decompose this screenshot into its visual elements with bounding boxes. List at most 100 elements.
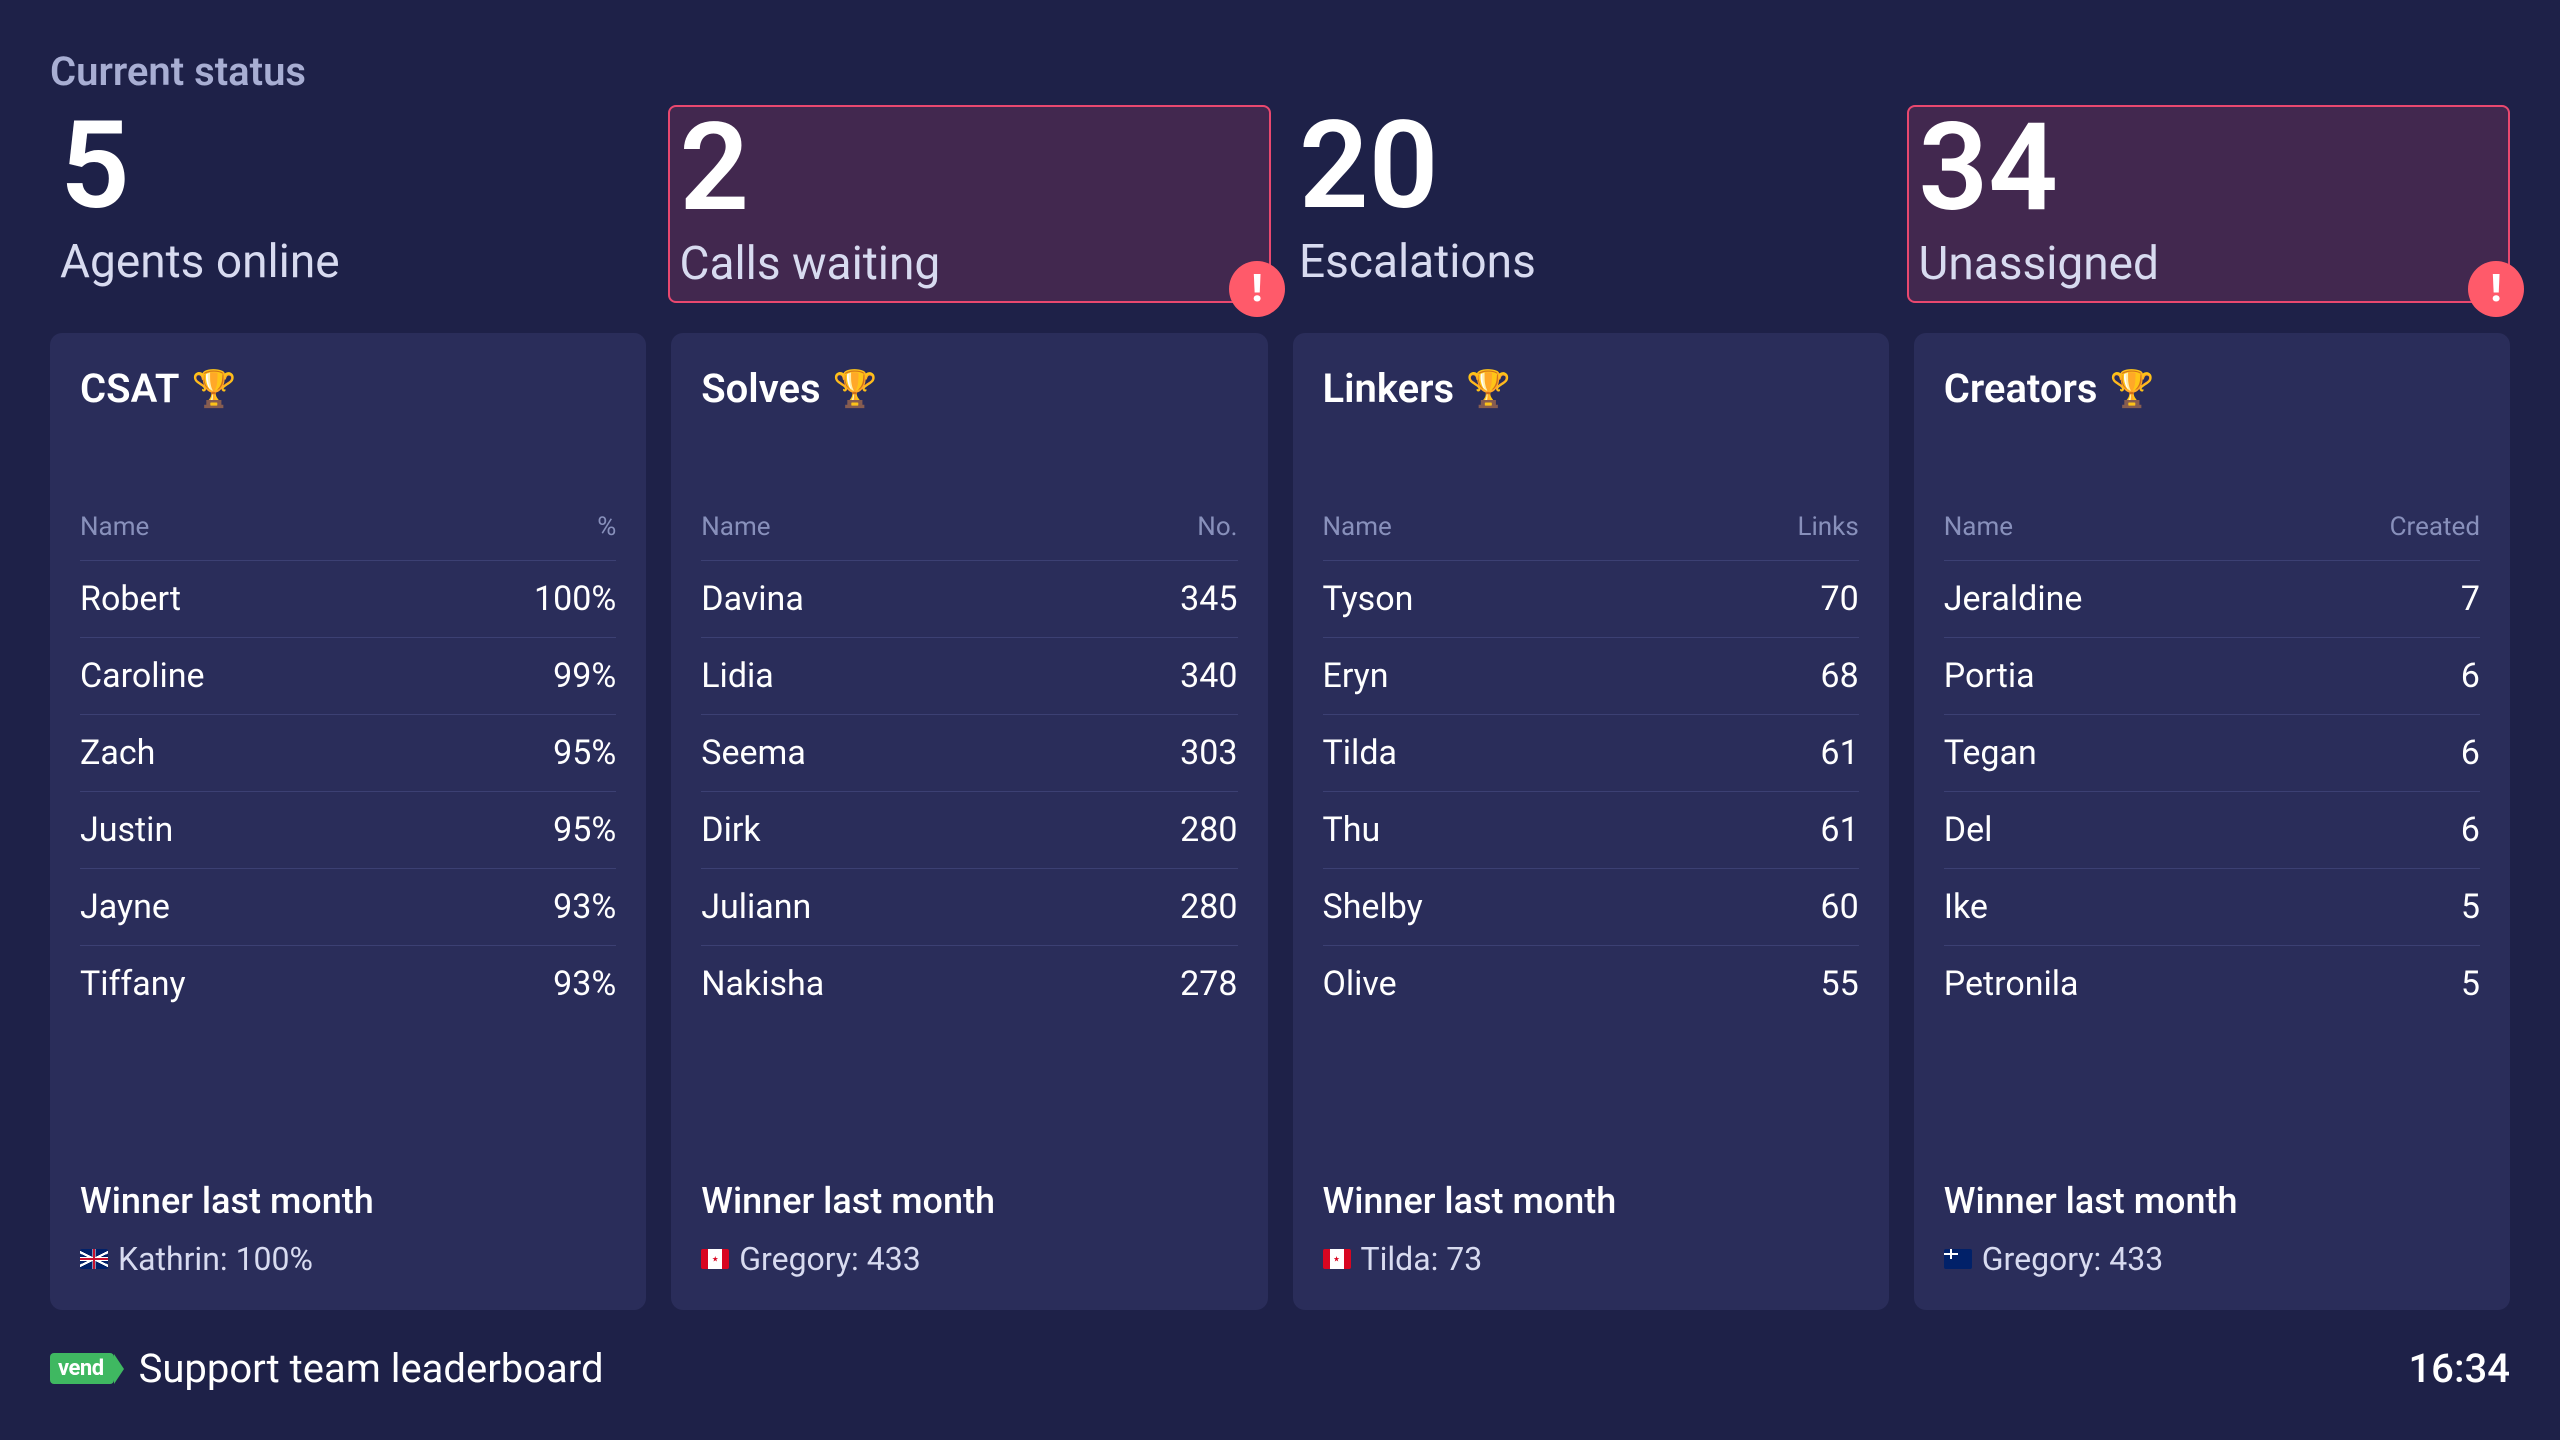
table-row: Dirk280 (701, 792, 1237, 869)
status-value: 2 (680, 107, 1260, 229)
row-name: Dirk (701, 810, 760, 850)
row-name: Shelby (1323, 887, 1423, 927)
col-name: Name (1944, 512, 2013, 542)
board-creators: Creators 🏆 Name Created Jeraldine7 Porti… (1914, 333, 2510, 1310)
winner-label: Winner last month (1323, 1180, 1859, 1222)
table-row: Tegan6 (1944, 715, 2480, 792)
row-value: 278 (1180, 964, 1237, 1004)
alert-icon: ! (2468, 261, 2524, 317)
row-value: 61 (1821, 733, 1859, 773)
table-row: Portia 6 (1944, 638, 2480, 715)
row-value: 95% (553, 810, 616, 850)
trophy-icon: 🏆 (191, 368, 236, 410)
board-title-text: Solves (701, 365, 820, 412)
table-row: Juliann280 (701, 869, 1237, 946)
status-label: Agents online (60, 235, 640, 289)
row-value: 60 (1821, 887, 1859, 927)
alert-icon: ! (1229, 261, 1285, 317)
table-row: Tiffany93% (80, 946, 616, 1022)
row-value: 93% (553, 887, 616, 927)
table-row: Caroline 99% (80, 638, 616, 715)
status-card-unassigned: 34 Unassigned ! (1907, 105, 2511, 303)
winner-text: Kathrin: 100% (118, 1240, 313, 1278)
footer-title: Support team leaderboard (139, 1345, 604, 1392)
winner-value: Kathrin: 100% (80, 1240, 616, 1278)
row-value: 95% (553, 733, 616, 773)
flag-icon (80, 1249, 108, 1269)
table-row: Shelby 60 (1323, 869, 1859, 946)
table-row: Seema303 (701, 715, 1237, 792)
row-name: Zach (80, 733, 155, 773)
row-value: 7 (2461, 579, 2480, 619)
footer-time: 16:34 (2409, 1345, 2510, 1392)
table-row: Eryn68 (1323, 638, 1859, 715)
col-value: Links (1797, 512, 1858, 542)
trophy-icon: 🏆 (833, 368, 878, 410)
row-name: Olive (1323, 964, 1397, 1004)
table-row: Lidia340 (701, 638, 1237, 715)
trophy-icon: 🏆 (1466, 368, 1511, 410)
status-card-calls-waiting: 2 Calls waiting ! (668, 105, 1272, 303)
row-value: 5 (2461, 964, 2480, 1004)
col-value: % (597, 512, 616, 542)
board-solves: Solves 🏆 Name No. Davina 345 Lidia340 See… (671, 333, 1267, 1310)
row-value: 6 (2461, 656, 2480, 696)
winner-text: Gregory: 433 (1982, 1240, 2163, 1278)
row-name: Jayne (80, 887, 170, 927)
row-name: Robert (80, 579, 181, 619)
table-row: Nakisha278 (701, 946, 1237, 1022)
winner-label: Winner last month (701, 1180, 1237, 1222)
table-row: Del 6 (1944, 792, 2480, 869)
row-name: Davina (701, 579, 804, 619)
col-name: Name (701, 512, 770, 542)
row-value: 61 (1821, 810, 1859, 850)
row-name: Portia (1944, 656, 2035, 696)
table-row: Tyson70 (1323, 561, 1859, 638)
flag-icon (1323, 1249, 1351, 1269)
status-value: 20 (1299, 105, 1879, 227)
row-value: 5 (2461, 887, 2480, 927)
status-label: Calls waiting (680, 237, 1260, 291)
status-value: 5 (60, 105, 640, 227)
footer: vend Support team leaderboard 16:34 (50, 1310, 2510, 1392)
row-name: Tegan (1944, 733, 2037, 773)
row-value: 6 (2461, 810, 2480, 850)
row-value: 345 (1180, 579, 1237, 619)
table-row: Ike5 (1944, 869, 2480, 946)
row-name: Petronila (1944, 964, 2079, 1004)
row-name: Tyson (1323, 579, 1414, 619)
status-card-escalations: 20 Escalations (1289, 105, 1889, 303)
row-value: 99% (553, 656, 616, 696)
row-value: 55 (1821, 964, 1859, 1004)
row-name: Tilda (1323, 733, 1398, 773)
table-row: Petronila 5 (1944, 946, 2480, 1022)
board-title-text: CSAT (80, 365, 179, 412)
board-csat: CSAT 🏆 Name % Robert100% Caroline99% Zac… (50, 333, 646, 1310)
row-value: 93% (553, 964, 616, 1004)
row-name: Del (1944, 810, 1993, 850)
row-name: Caroline (80, 656, 205, 696)
status-label: Escalations (1299, 235, 1879, 289)
col-name: Name (1323, 512, 1392, 542)
status-label: Unassigned (1919, 237, 2499, 291)
board-title: CSAT 🏆 (80, 365, 616, 412)
row-name: Juliann (701, 887, 811, 927)
row-name: Lidia (701, 656, 774, 696)
row-name: Justin (80, 810, 173, 850)
table-row: Tilda 61 (1323, 715, 1859, 792)
leaderboards: CSAT 🏆 Name % Robert100% Caroline99% Zac… (50, 333, 2510, 1310)
table-row: Justin 95% (80, 792, 616, 869)
row-value: 303 (1180, 733, 1237, 773)
board-header: Name No. (701, 512, 1237, 561)
status-value: 34 (1919, 107, 2499, 229)
row-name: Jeraldine (1944, 579, 2083, 619)
flag-icon (1944, 1249, 1972, 1269)
board-table: Name Created Jeraldine7 Portia6 Tegan6 D… (1944, 512, 2480, 1022)
table-row: Jayne 93% (80, 869, 616, 946)
flag-icon (701, 1249, 729, 1269)
table-row: Zach 95% (80, 715, 616, 792)
winner-value: Gregory: 433 (1944, 1240, 2480, 1278)
winner-label: Winner last month (1944, 1180, 2480, 1222)
table-row: Olive 55 (1323, 946, 1859, 1022)
board-title: Solves 🏆 (701, 365, 1237, 412)
